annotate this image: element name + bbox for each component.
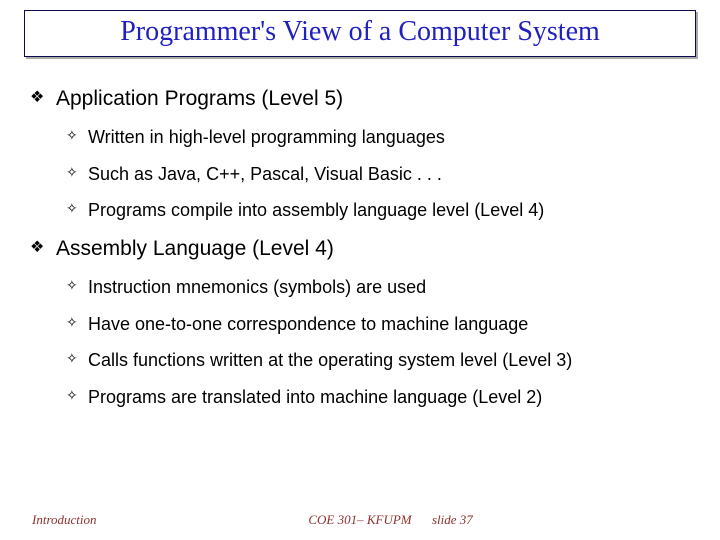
level2-item: ✧ Programs are translated into machine l… xyxy=(66,386,690,409)
level1-text: Assembly Language (Level 4) xyxy=(56,237,334,260)
level2-text: Programs are translated into machine lan… xyxy=(88,387,542,407)
level2-text: Such as Java, C++, Pascal, Visual Basic … xyxy=(88,164,442,184)
diamond-open-bullet-icon: ✧ xyxy=(66,200,78,218)
level2-text: Have one-to-one correspondence to machin… xyxy=(88,314,528,334)
slide-title: Programmer's View of a Computer System xyxy=(35,17,685,48)
level2-item: ✧ Have one-to-one correspondence to mach… xyxy=(66,313,690,336)
slide: Programmer's View of a Computer System ❖… xyxy=(0,0,720,540)
level2-item: ✧ Written in high-level programming lang… xyxy=(66,126,690,149)
diamond-bullet-icon: ❖ xyxy=(30,238,44,258)
level1-item: ❖ Assembly Language (Level 4) xyxy=(30,236,690,262)
slide-body: ❖ Application Programs (Level 5) ✧ Writt… xyxy=(30,78,690,422)
level2-item: ✧ Programs compile into assembly languag… xyxy=(66,199,690,222)
diamond-open-bullet-icon: ✧ xyxy=(66,314,78,332)
level2-item: ✧ Such as Java, C++, Pascal, Visual Basi… xyxy=(66,163,690,186)
diamond-bullet-icon: ❖ xyxy=(30,88,44,108)
level2-text: Written in high-level programming langua… xyxy=(88,127,445,147)
footer: Introduction COE 301– KFUPM slide 37 xyxy=(0,508,720,528)
diamond-open-bullet-icon: ✧ xyxy=(66,127,78,145)
level2-item: ✧ Instruction mnemonics (symbols) are us… xyxy=(66,276,690,299)
title-box: Programmer's View of a Computer System xyxy=(24,10,696,57)
diamond-open-bullet-icon: ✧ xyxy=(66,277,78,295)
diamond-open-bullet-icon: ✧ xyxy=(66,350,78,368)
diamond-open-bullet-icon: ✧ xyxy=(66,164,78,182)
level2-item: ✧ Calls functions written at the operati… xyxy=(66,349,690,372)
diamond-open-bullet-icon: ✧ xyxy=(66,387,78,405)
footer-center: COE 301– KFUPM xyxy=(0,512,720,528)
level2-text: Programs compile into assembly language … xyxy=(88,200,544,220)
level2-text: Instruction mnemonics (symbols) are used xyxy=(88,277,426,297)
level1-text: Application Programs (Level 5) xyxy=(56,87,343,110)
level1-item: ❖ Application Programs (Level 5) xyxy=(30,86,690,112)
footer-right: slide 37 xyxy=(432,512,473,528)
level2-text: Calls functions written at the operating… xyxy=(88,350,572,370)
